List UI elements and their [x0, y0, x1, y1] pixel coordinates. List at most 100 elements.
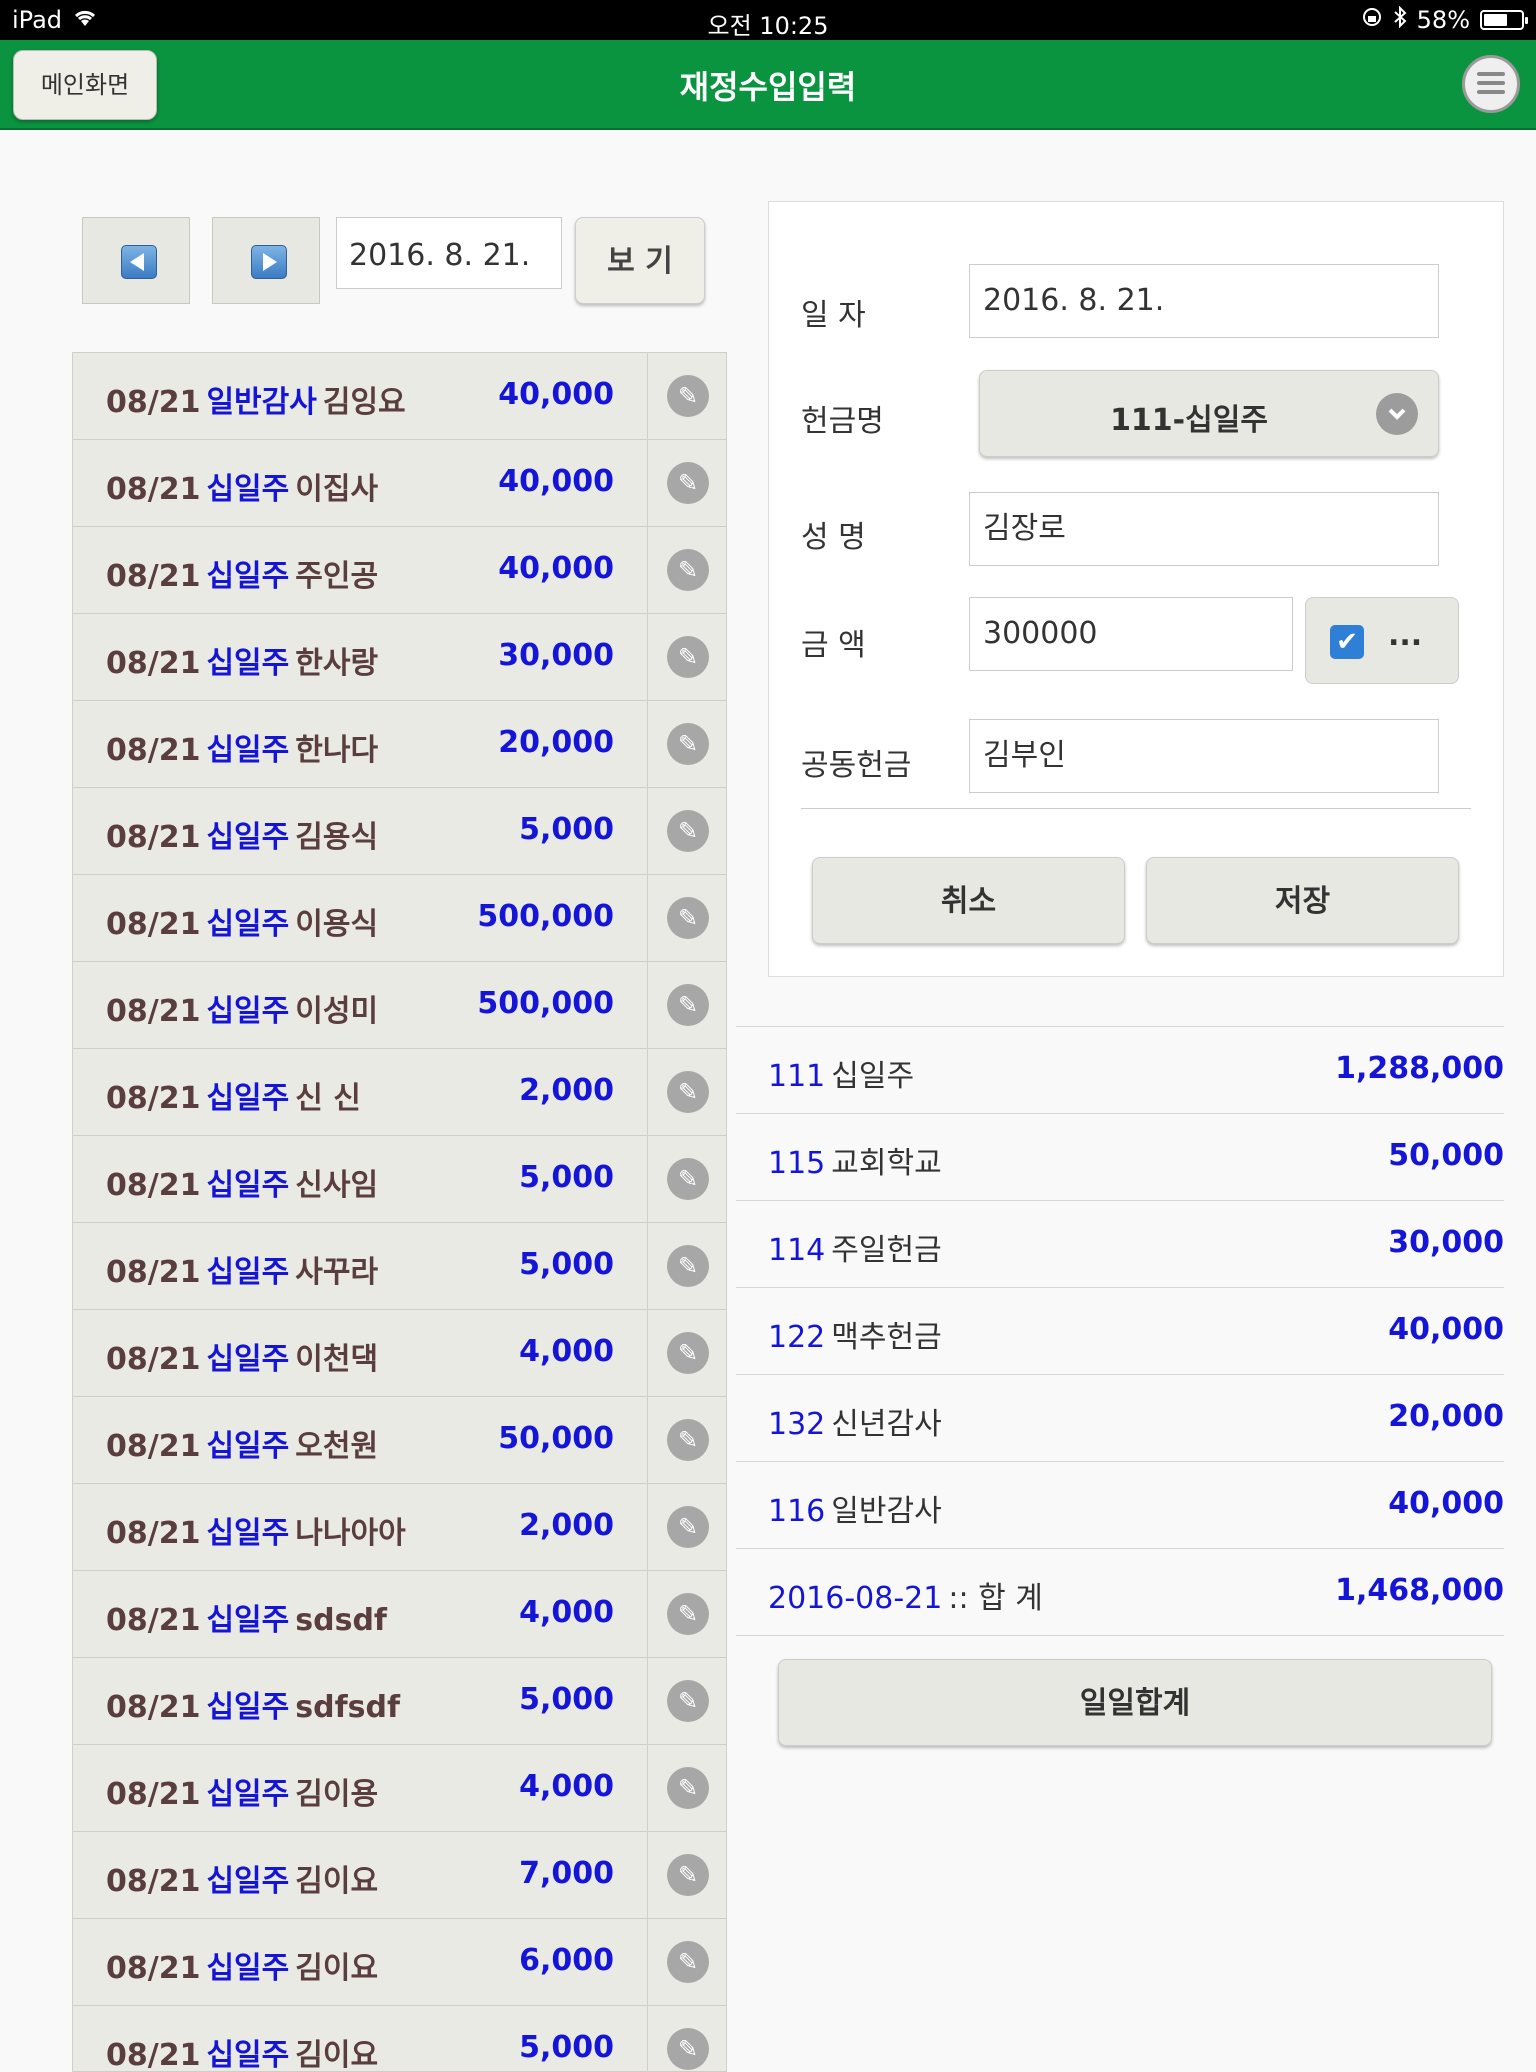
more-label: ...: [1388, 618, 1423, 653]
list-item[interactable]: 08/21 십일주 오천원 50,000 ✎: [73, 1397, 726, 1484]
edit-button[interactable]: ✎: [647, 1571, 726, 1657]
option-button[interactable]: ✔ ...: [1305, 597, 1459, 684]
entry-account: 십일주: [206, 646, 290, 681]
entry-account: 십일주: [206, 1429, 290, 1464]
view-button[interactable]: 보 기: [575, 217, 705, 304]
entry-amount: 7,000: [519, 1856, 614, 1891]
entry-amount: 5,000: [519, 1160, 614, 1195]
edit-button[interactable]: ✎: [647, 962, 726, 1048]
list-item[interactable]: 08/21 일반감사 김잉요 40,000 ✎: [73, 353, 726, 440]
pencil-icon: ✎: [667, 1245, 709, 1287]
list-item[interactable]: 08/21 십일주 신사임 5,000 ✎: [73, 1136, 726, 1223]
edit-button[interactable]: ✎: [647, 1919, 726, 2005]
entry-date: 08/21: [106, 1342, 201, 1377]
entry-amount: 5,000: [519, 1682, 614, 1717]
menu-button[interactable]: [1462, 55, 1520, 113]
page-title: 재정수입입력: [679, 68, 857, 106]
list-item[interactable]: 08/21 십일주 한사랑 30,000 ✎: [73, 614, 726, 701]
save-button[interactable]: 저장: [1146, 857, 1459, 944]
prev-date-button[interactable]: [82, 217, 190, 304]
entry-account: 십일주: [206, 1516, 290, 1551]
list-item[interactable]: 08/21 십일주 김이요 5,000 ✎: [73, 2006, 726, 2071]
edit-button[interactable]: ✎: [647, 1658, 726, 1744]
edit-button[interactable]: ✎: [647, 788, 726, 874]
entry-amount: 20,000: [498, 725, 614, 760]
entry-text: 08/21 일반감사 김잉요: [106, 377, 406, 421]
battery-percent: 58%: [1416, 6, 1470, 34]
list-item[interactable]: 08/21 십일주 김이용 4,000 ✎: [73, 1745, 726, 1832]
form-date-input[interactable]: 2016. 8. 21.: [969, 264, 1439, 338]
offering-select[interactable]: 111-십일주: [979, 370, 1439, 457]
edit-button[interactable]: ✎: [647, 1745, 726, 1831]
edit-button[interactable]: ✎: [647, 1397, 726, 1483]
list-item[interactable]: 08/21 십일주 주인공 40,000 ✎: [73, 527, 726, 614]
name-input[interactable]: 김장로: [969, 492, 1439, 566]
pencil-icon: ✎: [667, 1158, 709, 1200]
checkbox-checked-icon[interactable]: ✔: [1330, 625, 1364, 659]
entry-amount: 5,000: [519, 1247, 614, 1282]
battery-icon: [1480, 10, 1528, 30]
edit-button[interactable]: ✎: [647, 701, 726, 787]
list-item[interactable]: 08/21 십일주 신 신 2,000 ✎: [73, 1049, 726, 1136]
edit-button[interactable]: ✎: [647, 353, 726, 439]
edit-button[interactable]: ✎: [647, 1049, 726, 1135]
edit-button[interactable]: ✎: [647, 1484, 726, 1570]
edit-button[interactable]: ✎: [647, 2006, 726, 2071]
entry-account: 십일주: [206, 820, 290, 855]
list-item[interactable]: 08/21 십일주 sdfsdf 5,000 ✎: [73, 1658, 726, 1745]
entry-account: 십일주: [206, 733, 290, 768]
entry-account: 십일주: [206, 1255, 290, 1290]
summary-row: 115 교회학교 50,000: [736, 1113, 1504, 1200]
pencil-icon: ✎: [667, 1680, 709, 1722]
edit-button[interactable]: ✎: [647, 440, 726, 526]
entry-date: 08/21: [106, 1951, 201, 1986]
edit-button[interactable]: ✎: [647, 614, 726, 700]
entry-name: 이집사: [295, 472, 379, 507]
summary-row: 116 일반감사 40,000: [736, 1461, 1504, 1548]
entry-amount: 30,000: [498, 638, 614, 673]
entry-name: 이용식: [295, 907, 379, 942]
pencil-icon: ✎: [667, 1854, 709, 1896]
list-item[interactable]: 08/21 십일주 한나다 20,000 ✎: [73, 701, 726, 788]
bluetooth-icon: [1393, 5, 1407, 34]
entry-amount: 4,000: [519, 1769, 614, 1804]
entry-text: 08/21 십일주 한사랑: [106, 638, 378, 682]
edit-button[interactable]: ✎: [647, 1136, 726, 1222]
joint-input[interactable]: 김부인: [969, 719, 1439, 793]
list-item[interactable]: 08/21 십일주 이천댁 4,000 ✎: [73, 1310, 726, 1397]
list-item[interactable]: 08/21 십일주 김용식 5,000 ✎: [73, 788, 726, 875]
entry-account: 십일주: [206, 1690, 290, 1725]
daily-total-button[interactable]: 일일합계: [778, 1659, 1492, 1746]
offering-select-value: 111-십일주: [1110, 403, 1268, 438]
entry-date: 08/21: [106, 646, 201, 681]
entry-date: 08/21: [106, 559, 201, 594]
entry-name: 주인공: [295, 559, 379, 594]
entry-account: 십일주: [206, 907, 290, 942]
entry-text: 08/21 십일주 이용식: [106, 899, 378, 943]
list-item[interactable]: 08/21 십일주 김이요 7,000 ✎: [73, 1832, 726, 1919]
list-item[interactable]: 08/21 십일주 이집사 40,000 ✎: [73, 440, 726, 527]
amount-input[interactable]: 300000: [969, 597, 1293, 671]
entry-name: 김이요: [295, 1951, 379, 1986]
date-field[interactable]: 2016. 8. 21.: [336, 217, 562, 289]
summary-amount: 1,288,000: [1335, 1051, 1504, 1086]
edit-button[interactable]: ✎: [647, 1832, 726, 1918]
next-date-button[interactable]: [212, 217, 320, 304]
cancel-button[interactable]: 취소: [812, 857, 1125, 944]
list-item[interactable]: 08/21 십일주 이성미 500,000 ✎: [73, 962, 726, 1049]
list-item[interactable]: 08/21 십일주 사꾸라 5,000 ✎: [73, 1223, 726, 1310]
list-item[interactable]: 08/21 십일주 나나아아 2,000 ✎: [73, 1484, 726, 1571]
edit-button[interactable]: ✎: [647, 1310, 726, 1396]
entry-name: 김잉요: [322, 385, 406, 420]
entry-text: 08/21 십일주 김이요: [106, 1943, 378, 1987]
list-item[interactable]: 08/21 십일주 sdsdf 4,000 ✎: [73, 1571, 726, 1658]
entry-account: 십일주: [206, 994, 290, 1029]
summary-row: 132 신년감사 20,000: [736, 1374, 1504, 1461]
list-item[interactable]: 08/21 십일주 김이요 6,000 ✎: [73, 1919, 726, 2006]
edit-button[interactable]: ✎: [647, 875, 726, 961]
entry-name: 신사임: [295, 1168, 379, 1203]
list-item[interactable]: 08/21 십일주 이용식 500,000 ✎: [73, 875, 726, 962]
edit-button[interactable]: ✎: [647, 1223, 726, 1309]
entry-date: 08/21: [106, 385, 201, 420]
edit-button[interactable]: ✎: [647, 527, 726, 613]
